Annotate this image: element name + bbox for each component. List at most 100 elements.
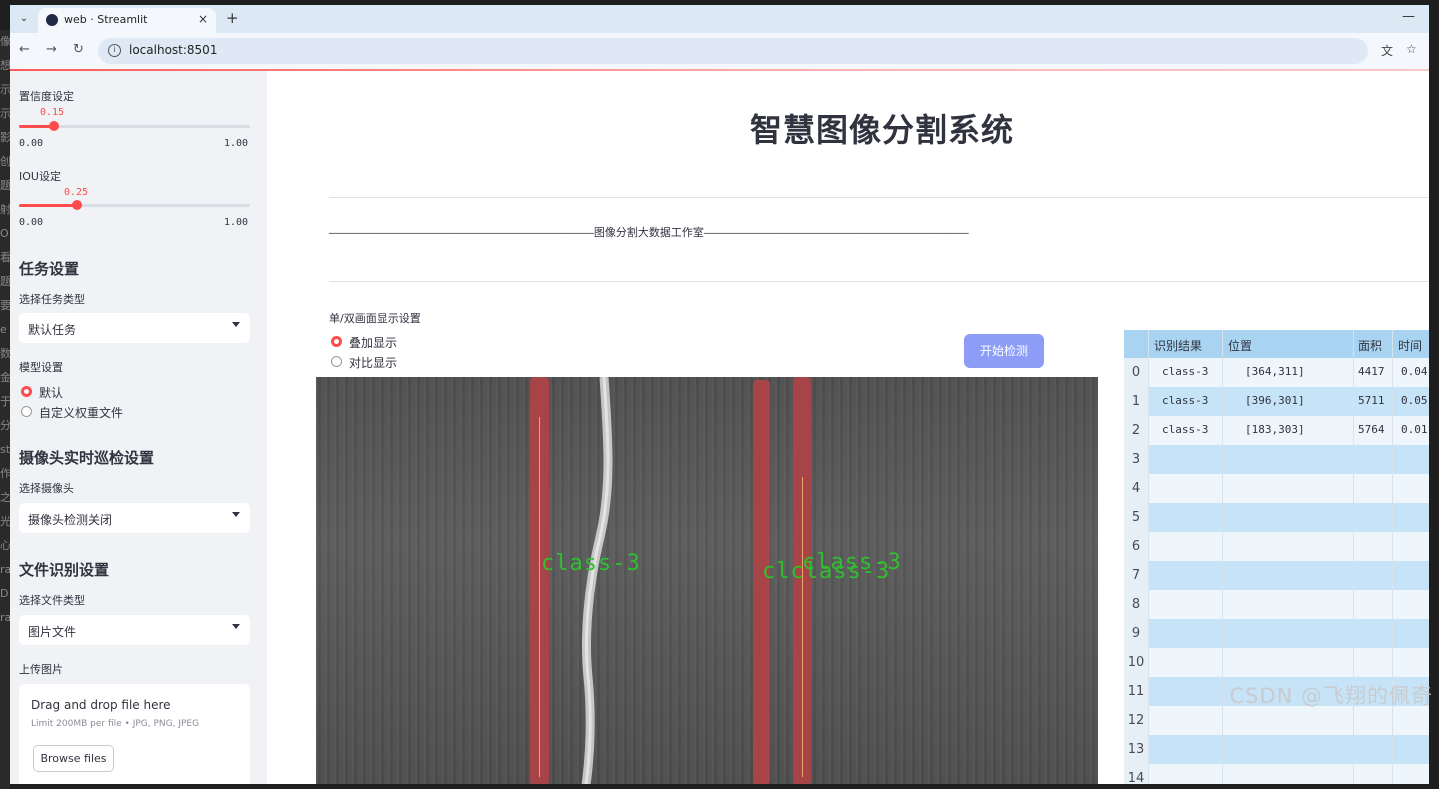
background-text: 分: [0, 419, 10, 432]
row-index: 2: [1124, 416, 1148, 445]
background-text: 光: [0, 515, 10, 528]
row-index: 12: [1124, 706, 1148, 735]
reload-icon[interactable]: ↻: [73, 42, 84, 57]
column-divider: [1148, 330, 1149, 784]
column-divider: [1222, 330, 1223, 784]
detection-label: clclass-3: [762, 559, 891, 584]
radio-selected-icon: [331, 336, 342, 347]
table-row[interactable]: 12: [1124, 706, 1429, 735]
star-icon[interactable]: ☆: [1406, 42, 1417, 56]
model-radio-default[interactable]: 默认: [21, 384, 221, 400]
table-row[interactable]: 9: [1124, 619, 1429, 648]
table-row[interactable]: 2 class-3 [183,303] 5764 0.01: [1124, 416, 1429, 445]
display-radio-overlay[interactable]: 叠加显示: [331, 334, 451, 350]
table-row[interactable]: 13: [1124, 735, 1429, 764]
tab-search-icon[interactable]: ⌄: [16, 11, 32, 27]
new-tab-icon[interactable]: +: [226, 9, 239, 27]
radio-unselected-icon: [331, 356, 342, 367]
minimize-window-icon[interactable]: —: [1402, 9, 1415, 24]
table-row[interactable]: 7: [1124, 561, 1429, 590]
forward-arrow-icon[interactable]: →: [46, 42, 57, 57]
col-area[interactable]: 面积: [1358, 337, 1382, 354]
cell-result: class-3: [1162, 394, 1209, 407]
task-select-label: 选择任务类型: [19, 293, 85, 306]
file-select[interactable]: 图片文件: [19, 615, 250, 645]
camera-select[interactable]: 摄像头检测关闭: [19, 503, 250, 533]
chevron-down-icon: [232, 512, 240, 517]
iou-slider[interactable]: [19, 204, 250, 207]
url-field[interactable]: i localhost:8501: [98, 38, 1368, 64]
background-text: O: [0, 227, 9, 240]
background-text: 射: [0, 203, 10, 216]
cell-result: class-3: [1162, 365, 1209, 378]
background-text: 金: [0, 371, 10, 384]
col-result[interactable]: 识别结果: [1154, 337, 1202, 354]
divider: [329, 281, 1429, 282]
radio-selected-icon: [21, 386, 32, 397]
screen-frame: 像想示示影创题射 O 看题要 e 数金于分 st 作之光心 ra Dra ⌄ web · Str…: [0, 0, 1439, 789]
background-text: ra: [0, 611, 10, 624]
row-index: 10: [1124, 648, 1148, 677]
browse-files-button[interactable]: Browse files: [33, 745, 114, 772]
file-dropzone[interactable]: Drag and drop file here Limit 200MB per …: [19, 684, 250, 784]
col-time[interactable]: 时间: [1398, 337, 1422, 354]
model-radio-custom[interactable]: 自定义权重文件: [21, 404, 221, 420]
background-text: 题: [0, 179, 10, 192]
camera-select-label: 选择摄像头: [19, 482, 74, 495]
table-row[interactable]: 4: [1124, 474, 1429, 503]
cell-position: [364,311]: [1245, 365, 1305, 378]
camera-heading: 摄像头实时巡检设置: [19, 449, 155, 467]
cell-area: 5764: [1358, 423, 1385, 436]
row-index: 8: [1124, 590, 1148, 619]
table-row[interactable]: 0 class-3 [364,311] 4417 0.04: [1124, 358, 1429, 387]
browser-tab[interactable]: web · Streamlit ×: [38, 8, 216, 33]
table-row[interactable]: 3: [1124, 445, 1429, 474]
display-mode-label: 单/双画面显示设置: [329, 312, 421, 325]
conf-slider-thumb[interactable]: [48, 121, 59, 131]
iou-label: IOU设定: [19, 170, 61, 183]
start-detection-button[interactable]: 开始检测: [964, 334, 1044, 368]
back-arrow-icon[interactable]: ←: [19, 42, 30, 57]
background-text: 作: [0, 467, 10, 480]
row-index: 1: [1124, 387, 1148, 416]
row-index: 11: [1124, 677, 1148, 706]
row-index: 4: [1124, 474, 1148, 503]
browser-window: ⌄ web · Streamlit × + — ← → ↻ i localhos…: [10, 5, 1429, 784]
crack-highlight: [581, 377, 613, 784]
info-icon[interactable]: i: [108, 44, 121, 57]
chevron-down-icon: [232, 322, 240, 327]
iou-min: 0.00: [19, 217, 44, 228]
iou-value: 0.25: [64, 187, 89, 198]
table-row[interactable]: 14: [1124, 764, 1429, 784]
background-text: 像: [0, 35, 10, 48]
results-table[interactable]: 识别结果 位置 面积 时间 0 class-3 [364,311] 4417 0.04 1…: [1124, 330, 1429, 784]
background-text: 示: [0, 107, 10, 120]
model-option-custom: 自定义权重文件: [39, 406, 124, 420]
background-text: D: [0, 587, 9, 600]
background-text: 影: [0, 131, 10, 144]
table-row[interactable]: 8: [1124, 590, 1429, 619]
background-text: 看: [0, 251, 10, 264]
col-position[interactable]: 位置: [1228, 337, 1252, 354]
row-index: 7: [1124, 561, 1148, 590]
background-text: 之: [0, 491, 10, 504]
csdn-watermark: CSDN @飞翔的佩奇: [1229, 684, 1433, 708]
display-option-compare: 对比显示: [349, 356, 398, 370]
table-row[interactable]: 10: [1124, 648, 1429, 677]
background-text: 创: [0, 155, 10, 168]
cell-time: 0.05: [1401, 394, 1428, 407]
background-text: 于: [0, 395, 10, 408]
conf-value: 0.15: [40, 107, 65, 118]
table-row[interactable]: 1 class-3 [396,301] 5711 0.05: [1124, 387, 1429, 416]
translate-icon[interactable]: 文: [1381, 42, 1393, 59]
background-text: 心: [0, 539, 10, 552]
tab-title: web · Streamlit: [64, 13, 148, 26]
tab-close-icon[interactable]: ×: [198, 12, 208, 26]
table-row[interactable]: 6: [1124, 532, 1429, 561]
row-index: 3: [1124, 445, 1148, 474]
task-select[interactable]: 默认任务: [19, 313, 250, 343]
display-radio-compare[interactable]: 对比显示: [331, 354, 451, 370]
table-row[interactable]: 5: [1124, 503, 1429, 532]
iou-slider-thumb[interactable]: [71, 200, 82, 210]
file-select-label: 选择文件类型: [19, 594, 85, 607]
